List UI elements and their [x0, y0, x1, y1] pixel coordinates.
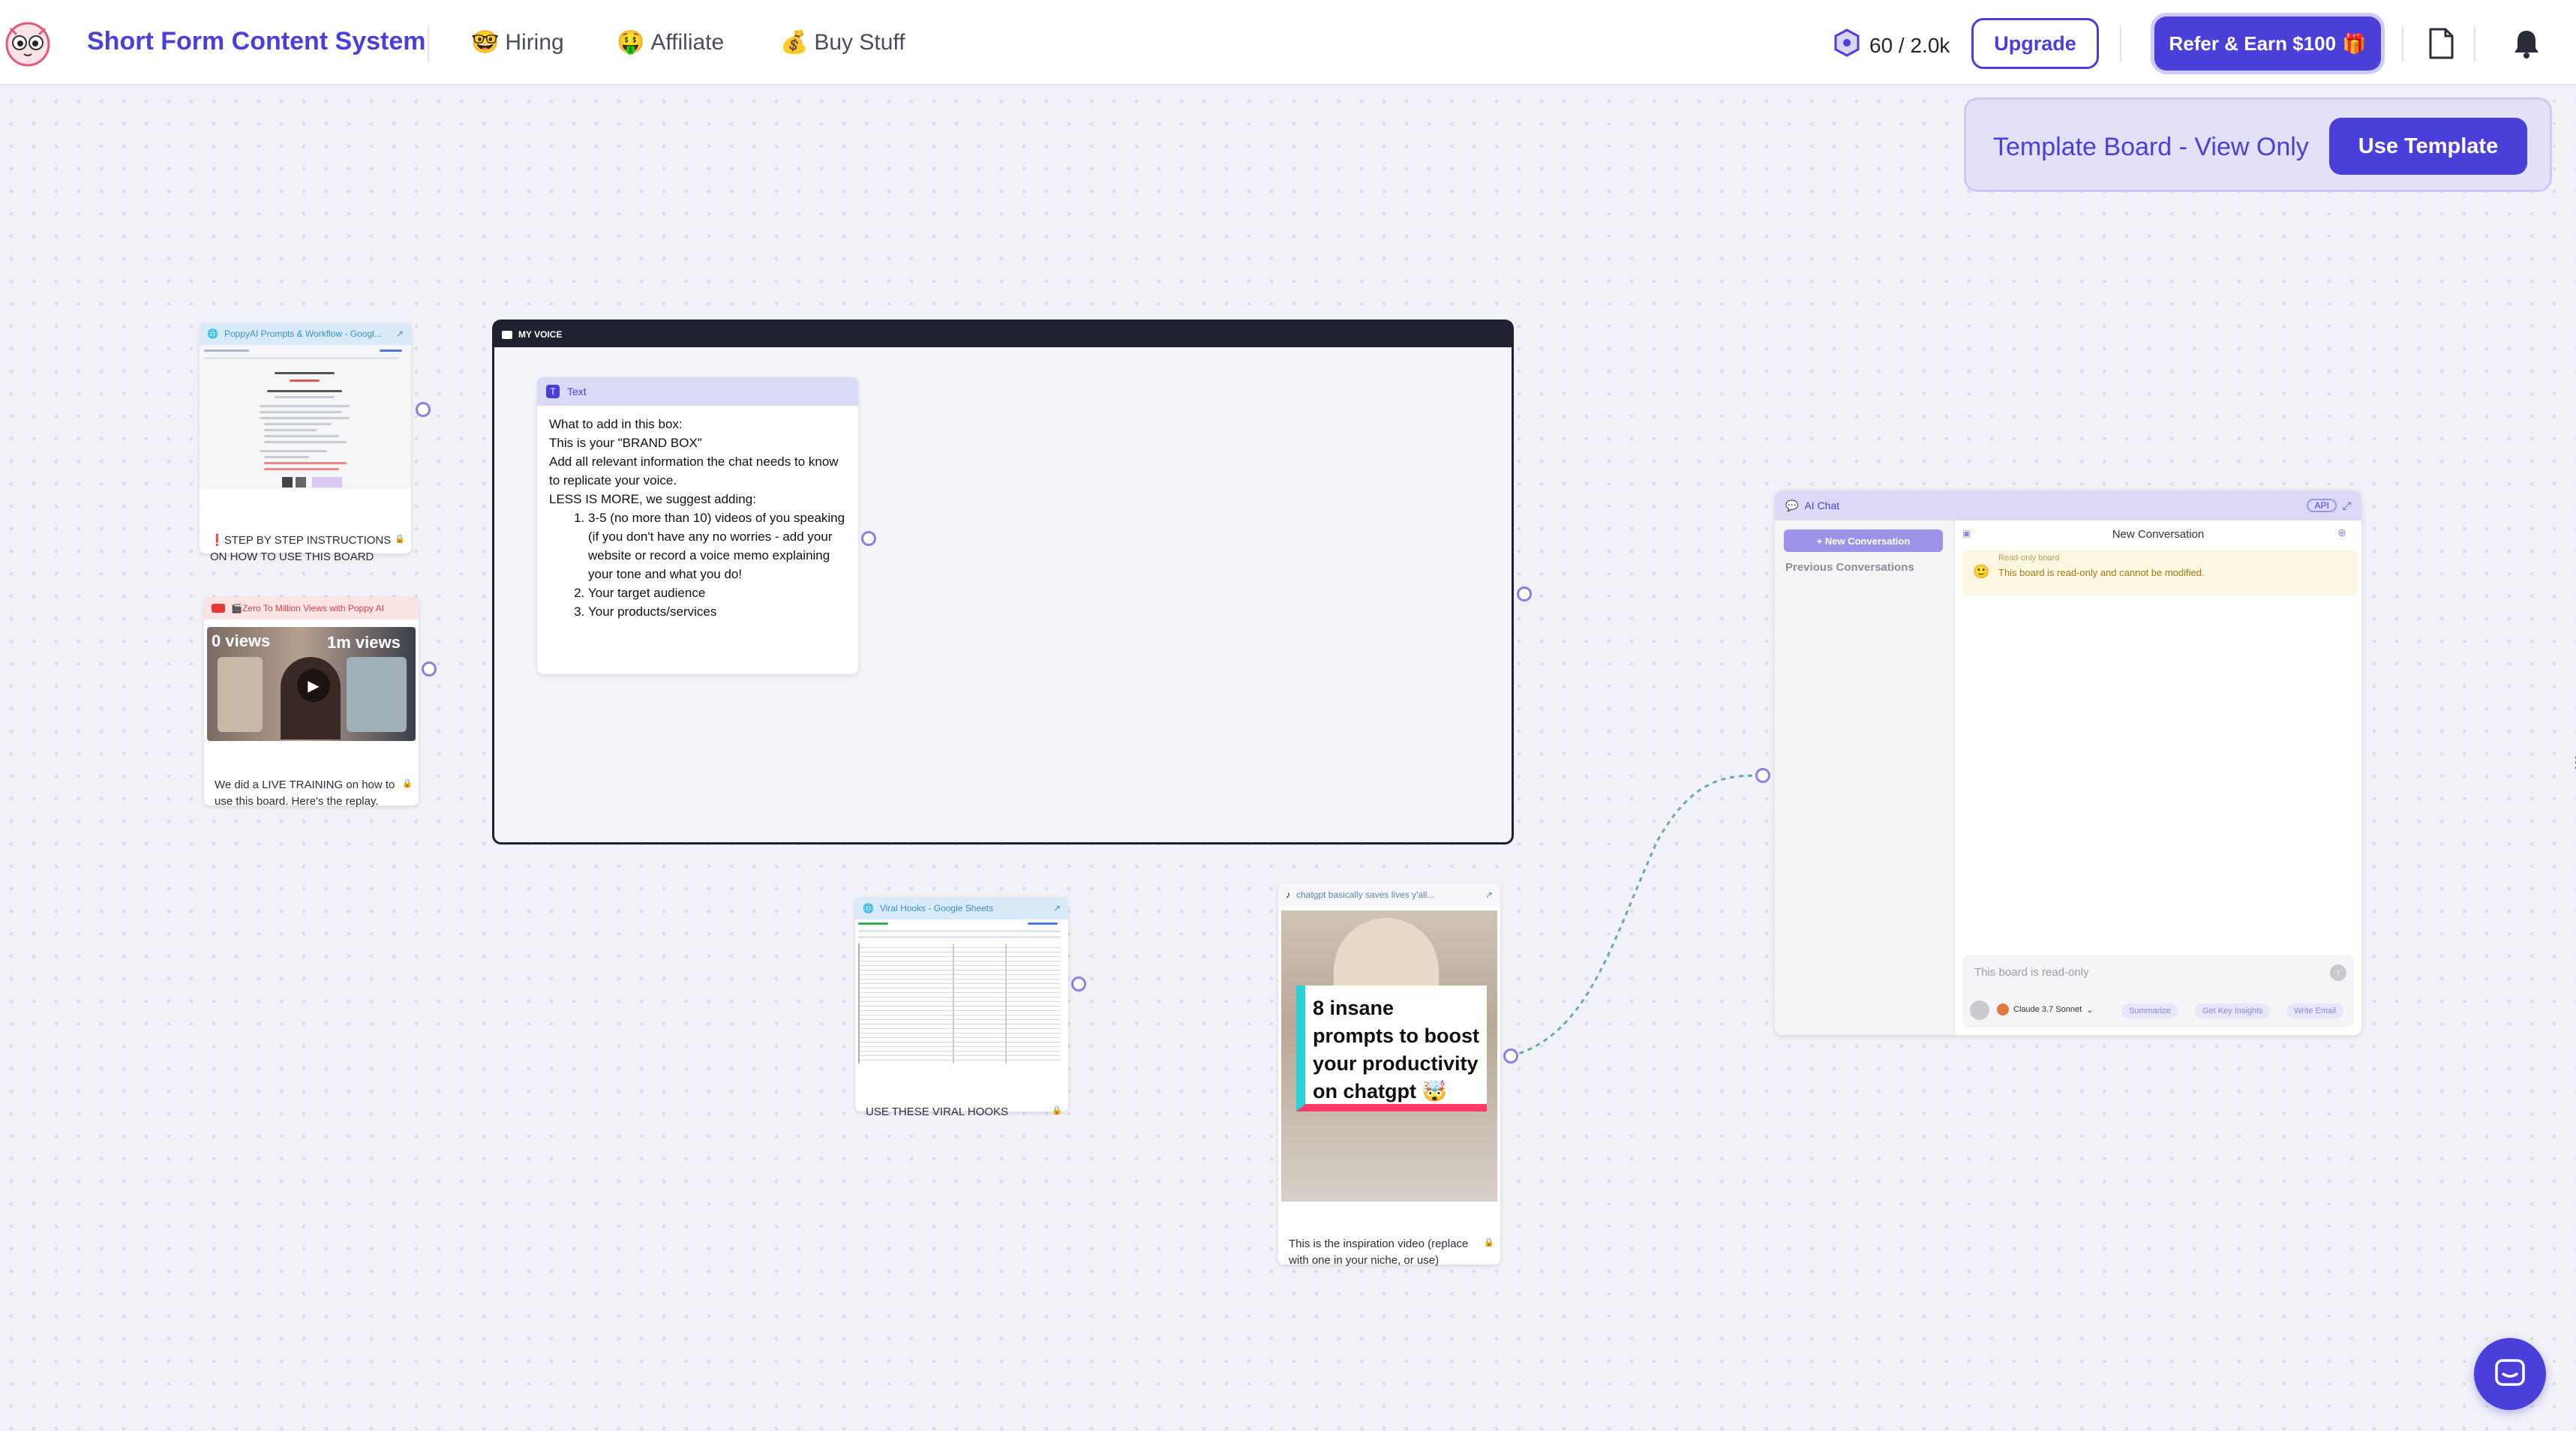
chat-title: AI Chat — [1804, 500, 1840, 512]
group-title: MY VOICE — [518, 329, 563, 340]
poppy-avatar-icon: 🙂 — [1973, 564, 1990, 579]
ai-chat-panel[interactable]: 💬 AI Chat API ⤢ + New Conversation Previ… — [1775, 490, 2361, 1035]
model-name: Claude 3.7 Sonnet — [2013, 1005, 2082, 1014]
conversation-title: New Conversation — [2112, 527, 2205, 541]
external-link-icon[interactable]: ↗ — [1485, 890, 1493, 900]
card-caption: 🔒 ❗STEP BY STEP INSTRUCTIONS ON HOW TO U… — [200, 525, 411, 573]
globe-icon: 🌐 — [863, 903, 874, 914]
video-overlay-text: 8 insane prompts to boost your productiv… — [1296, 986, 1487, 1112]
card-title: 🎬Zero To Million Views with Poppy AI — [231, 603, 384, 614]
lock-icon: 🔒 — [395, 535, 405, 544]
message-icon — [2495, 1359, 2525, 1386]
video-thumbnail[interactable]: 0 views 1m views ▶ — [207, 627, 416, 741]
text-line: Add all relevant information the chat ne… — [549, 454, 839, 488]
caption-text: We did a LIVE TRAINING on how to use thi… — [215, 778, 395, 808]
readonly-notice: 🙂 Read-only board This board is read-onl… — [1962, 550, 2357, 596]
chat-input-area[interactable]: This board is read-only ↑ Claude 3.7 Son… — [1962, 956, 2354, 1028]
list-item: Your target audience — [588, 584, 846, 602]
external-link-icon[interactable]: ↗ — [396, 328, 404, 339]
spreadsheet-preview — [855, 920, 1068, 1068]
expand-icon[interactable]: ⤢ — [2343, 500, 2351, 512]
card-caption: 🔒 USE THESE VIRAL HOOKS — [855, 1096, 1068, 1128]
tiktok-icon: ♪ — [1286, 890, 1290, 900]
summarize-button[interactable]: Summarize — [2121, 1004, 2178, 1018]
brand-box-text-card[interactable]: T Text What to add in this box: This is … — [537, 377, 858, 674]
write-email-button[interactable]: Write Email — [2286, 1004, 2344, 1018]
thumb-image — [218, 657, 263, 732]
caption-text: STEP BY STEP INSTRUCTIONS ON HOW TO USE … — [210, 534, 392, 563]
caption-text: This is the inspiration video (replace w… — [1289, 1238, 1469, 1267]
doc-preview — [200, 345, 411, 489]
suggestion-list: 3-5 (no more than 10) videos of you spea… — [549, 508, 846, 621]
input-placeholder[interactable]: This board is read-only — [1974, 966, 2089, 979]
connection-handle[interactable] — [1503, 1048, 1518, 1064]
api-button[interactable]: API — [2307, 499, 2337, 512]
card-header: 🎬Zero To Million Views with Poppy AI — [204, 597, 419, 620]
folder-icon — [502, 330, 512, 339]
list-item: Your products/services — [588, 602, 846, 621]
notice-text: This board is read-only and cannot be mo… — [1998, 567, 2205, 578]
new-chat-icon[interactable]: ⊕ — [2337, 526, 2346, 539]
card-title: Viral Hooks - Google Sheets — [879, 903, 994, 914]
thumb-text: 1m views — [327, 633, 401, 652]
chat-header: 💬 AI Chat API ⤢ — [1775, 490, 2361, 520]
key-insights-button[interactable]: Get Key Insights — [2195, 1004, 2271, 1018]
card-header: T Text — [537, 377, 858, 406]
card-caption: 🔒 This is the inspiration video (replace… — [1278, 1228, 1500, 1276]
claude-icon — [1997, 1004, 2009, 1016]
caption-text: USE THESE VIRAL HOOKS — [866, 1106, 1009, 1118]
external-link-icon[interactable]: ↗ — [1053, 903, 1061, 914]
card-header: ♪ chatgpt basically saves lives y'all...… — [1278, 884, 1500, 906]
previous-conversations-label: Previous Conversations — [1785, 561, 1914, 574]
card-title: chatgpt basically saves lives y'all... — [1296, 890, 1435, 900]
play-icon[interactable]: ▶ — [297, 669, 330, 702]
text-line: What to add in this box: — [549, 417, 683, 431]
youtube-icon — [212, 604, 225, 613]
model-selector[interactable]: Claude 3.7 Sonnet ⌄ — [1997, 1004, 2093, 1016]
text-content: What to add in this box: This is your "B… — [537, 406, 858, 630]
text-icon: T — [546, 385, 560, 398]
connection-handle[interactable] — [1517, 586, 1532, 602]
drag-handle-icon[interactable]: ⋮ — [2568, 753, 2576, 772]
card-header: 🌐 PoppyAI Prompts & Workflow - Googl... … — [200, 322, 411, 345]
card-caption: 🔒 We did a LIVE TRAINING on how to use t… — [204, 770, 419, 818]
chat-bubble-icon: 💬 — [1785, 499, 1799, 512]
thumb-text: 0 views — [212, 632, 271, 650]
lock-icon: 🔒 — [1484, 1238, 1494, 1247]
group-header: MY VOICE — [494, 322, 1512, 347]
connection-handle[interactable] — [416, 402, 431, 417]
new-conversation-button[interactable]: + New Conversation — [1784, 530, 1943, 552]
chevron-down-icon: ⌄ — [2086, 1005, 2094, 1015]
exclamation-icon: ❗ — [210, 534, 224, 547]
connection-handle[interactable] — [422, 662, 437, 676]
viral-hooks-card[interactable]: 🌐 Viral Hooks - Google Sheets ↗ 🔒 USE TH… — [855, 897, 1068, 1118]
globe-icon: 🌐 — [207, 328, 218, 339]
connection-handle[interactable] — [861, 531, 876, 546]
card-header: 🌐 Viral Hooks - Google Sheets ↗ — [855, 897, 1068, 920]
thumb-image — [347, 657, 407, 732]
connection-handle[interactable] — [1755, 768, 1770, 783]
chat-sidebar: + New Conversation Previous Conversation… — [1775, 520, 1955, 1035]
tiktok-card[interactable]: ♪ chatgpt basically saves lives y'all...… — [1278, 884, 1500, 1267]
text-line: LESS IS MORE, we suggest adding: — [549, 492, 756, 506]
connection-handle[interactable] — [1071, 976, 1086, 992]
text-line: This is your "BRAND BOX" — [549, 436, 702, 450]
video-thumbnail[interactable]: 8 insane prompts to boost your productiv… — [1281, 910, 1497, 1202]
prompts-doc-card[interactable]: 🌐 PoppyAI Prompts & Workflow - Googl... … — [200, 322, 411, 563]
support-chat-button[interactable] — [2474, 1338, 2546, 1410]
card-title: Text — [567, 386, 587, 398]
lock-icon: 🔒 — [402, 779, 413, 788]
list-item: 3-5 (no more than 10) videos of you spea… — [588, 508, 846, 584]
card-title: PoppyAI Prompts & Workflow - Googl... — [224, 328, 382, 339]
attach-icon[interactable] — [1970, 1000, 1989, 1020]
lock-icon: 🔒 — [1052, 1106, 1062, 1115]
faded-text: Read-only board — [1998, 554, 2060, 562]
youtube-card[interactable]: 🎬Zero To Million Views with Poppy AI 0 v… — [204, 597, 419, 808]
send-icon[interactable]: ↑ — [2330, 964, 2346, 981]
